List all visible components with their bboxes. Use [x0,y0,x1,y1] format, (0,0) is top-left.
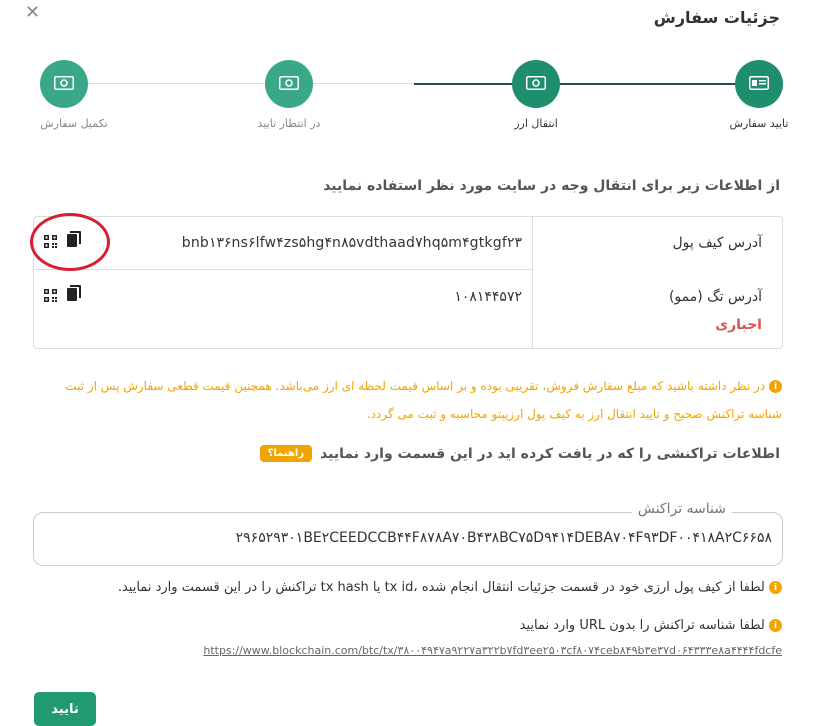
money-icon [526,75,546,94]
info-icon: i [769,581,782,594]
submit-button[interactable]: تایید [34,692,96,726]
instruction-text: از اطلاعات زیر برای انتقال وجه در سایت م… [323,178,780,194]
highlight-circle [30,213,110,271]
wallet-info-table: آدرس کیف پول آدرس تگ (ممو) اجباری bnb۱۳۶… [33,216,783,349]
step-confirm-order [735,60,783,108]
step-awaiting-confirmation [265,60,313,108]
wallet-address-value: bnb۱۳۶ns۶lfw۴zs۵hg۴n۸۵vdthaad۷hq۵m۴gtkgf… [181,235,522,251]
step-label-awaiting-confirmation: در انتظار تایید [257,117,321,130]
help-no-url-text: لطفا شناسه تراکنش را بدون URL وارد نمایی… [519,618,765,633]
modal-title: جزئیات سفارش [653,8,780,27]
transaction-heading-text: اطلاعات تراکنشی را که در یافت کرده اید د… [320,445,780,462]
copy-icon[interactable] [67,285,81,301]
step-transfer-currency [512,60,560,108]
transaction-id-field[interactable]: شناسه تراکنش [33,501,783,566]
money-icon [54,75,74,94]
qr-code-icon[interactable] [44,287,57,302]
step-label-complete-order: تکمیل سفارش [40,117,108,130]
info-icon: i [769,619,782,632]
help-tx-hash-text: لطفا از کیف پول ارزی خود در قسمت جزئیات … [117,580,765,595]
wallet-address-label: آدرس کیف پول [672,235,762,251]
transaction-id-legend: شناسه تراکنش [631,501,732,517]
money-icon [279,75,299,94]
step-complete-order [40,60,88,108]
guide-button[interactable]: راهنما؟ [259,445,313,462]
progress-line-pending [64,83,414,84]
progress-line-complete [414,83,759,85]
required-label: اجباری [715,317,762,333]
info-icon: i [769,380,782,393]
close-icon[interactable]: ✕ [25,2,40,23]
help-tx-hash: i لطفا از کیف پول ارزی خود در قسمت جزئیا… [118,580,782,595]
step-label-transfer-currency: انتقال ارز [514,117,558,130]
row-divider [34,269,534,270]
help-no-url: i لطفا شناسه تراکنش را بدون URL وارد نما… [520,618,782,633]
step-label-confirm-order: تایید سفارش [729,117,789,130]
memo-tag-label: آدرس تگ (ممو) [668,289,762,305]
memo-tag-value: ۱۰۸۱۴۴۵۷۲ [454,289,522,305]
example-url[interactable]: https://www.blockchain.com/btc/tx/۳۸۰۰۴۹… [203,644,782,657]
price-notice-text: در نظر داشته باشید که مبلغ سفارش فروش، ت… [65,379,782,421]
transaction-id-input[interactable] [52,530,772,546]
id-card-icon [749,75,769,94]
price-notice: i در نظر داشته باشید که مبلغ سفارش فروش،… [32,372,782,428]
transaction-heading: اطلاعات تراکنشی را که در یافت کرده اید د… [259,445,780,462]
